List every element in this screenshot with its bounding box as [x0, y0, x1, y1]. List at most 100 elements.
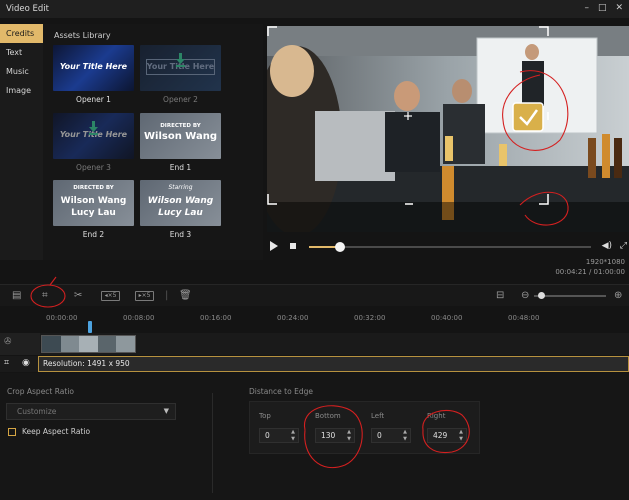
- stepper-arrows-icon[interactable]: ▲ ▼: [403, 429, 407, 442]
- asset-end-2[interactable]: DIRECTED BY Wilson Wang Lucy Lau End 2: [53, 180, 134, 239]
- volume-icon[interactable]: ◀): [602, 241, 612, 251]
- track-header: ✇: [0, 333, 40, 355]
- zoom-out-icon[interactable]: ⊖: [521, 290, 529, 301]
- split-icon[interactable]: ✂: [74, 290, 82, 301]
- man-head-2: [452, 79, 472, 103]
- thumb-big-text: Wilson Wang: [143, 131, 217, 142]
- speed-up-button[interactable]: ▸×5: [135, 291, 154, 301]
- crop-aspect-label: Crop Aspect Ratio: [7, 387, 75, 396]
- download-arrow-icon: [89, 121, 98, 135]
- asset-opener-2[interactable]: Your Title Here Opener 2: [140, 45, 221, 104]
- field-label: Bottom: [315, 412, 341, 420]
- eye-icon[interactable]: ◉: [22, 358, 30, 368]
- video-clip[interactable]: [41, 335, 136, 353]
- playhead[interactable]: [88, 321, 92, 333]
- film-icon[interactable]: ▤: [12, 290, 21, 301]
- zoom-slider-handle[interactable]: [538, 292, 545, 299]
- top-stepper[interactable]: 0 ▲ ▼: [259, 428, 299, 443]
- output-resolution: 1920*1080: [585, 258, 625, 266]
- category-text[interactable]: Text: [0, 43, 43, 62]
- fit-timeline-icon[interactable]: ⊟: [496, 290, 504, 301]
- ruler-tick: 00:00:00: [46, 314, 78, 322]
- crop-icon[interactable]: ⌗: [4, 358, 9, 368]
- distance-fields: Top Bottom Left Right 0 ▲ ▼ 130 ▲ ▼ 0 ▲ ▼ 429 ▲…: [249, 401, 480, 454]
- aspect-ratio-select[interactable]: Customize ▼: [6, 403, 176, 420]
- title-bar: Video Edit – □ ✕: [0, 0, 629, 18]
- assets-library-title: Assets Library: [54, 31, 111, 40]
- keep-aspect-checkbox[interactable]: [8, 428, 16, 436]
- asset-label: Opener 2: [163, 95, 198, 104]
- man-body: [385, 112, 440, 172]
- divider: [212, 393, 213, 493]
- presenter-head: [525, 44, 539, 60]
- gear-icon[interactable]: ✇: [4, 337, 12, 347]
- thumb-line-2: Lucy Lau: [158, 208, 203, 218]
- field-label: Top: [259, 412, 271, 420]
- category-music[interactable]: Music: [0, 62, 43, 81]
- clip-frame: [42, 336, 61, 352]
- fullscreen-icon[interactable]: ⤢: [620, 241, 627, 251]
- assets-library: Assets Library Your Title Here Opener 1 …: [43, 24, 263, 260]
- laptop: [315, 111, 395, 181]
- asset-opener-3[interactable]: Your Title Here Opener 3: [53, 113, 134, 172]
- trash-icon[interactable]: 🗑: [179, 290, 192, 301]
- crop-dim-overlay: [267, 202, 629, 232]
- window-controls: – □ ✕: [584, 3, 623, 13]
- clip-frame: [116, 336, 135, 352]
- presenter-body: [522, 61, 544, 106]
- download-arrow-icon: [176, 53, 185, 67]
- speed-down-button[interactable]: ◂×5: [101, 291, 120, 301]
- seek-handle[interactable]: [335, 242, 346, 252]
- video-preview[interactable]: [267, 26, 629, 232]
- category-credits[interactable]: Credits: [0, 24, 43, 43]
- asset-thumbnail: Your Title Here: [140, 45, 221, 91]
- ruler-tick: 00:16:00: [200, 314, 232, 322]
- asset-label: End 3: [169, 230, 192, 239]
- aspect-ratio-value: Customize: [17, 407, 57, 416]
- chevron-down-icon: ▼: [163, 407, 169, 415]
- ruler-tick: 00:48:00: [508, 314, 540, 322]
- thumb-small-text: Starring: [168, 184, 193, 191]
- ruler-tick: 00:40:00: [431, 314, 463, 322]
- asset-label: Opener 1: [76, 95, 111, 104]
- asset-end-1[interactable]: DIRECTED BY Wilson Wang End 1: [140, 113, 221, 172]
- clip-frame: [79, 336, 98, 352]
- asset-label: Opener 3: [76, 163, 111, 172]
- glass: [499, 144, 507, 166]
- asset-end-3[interactable]: Starring Wilson Wang Lucy Lau End 3: [140, 180, 221, 239]
- thumb-small-text: DIRECTED BY: [160, 123, 201, 129]
- timeline-ruler[interactable]: 00:00:00 00:08:00 00:16:00 00:24:00 00:3…: [42, 312, 629, 326]
- category-panel: Credits Text Music Image: [0, 24, 43, 260]
- man-head: [394, 81, 420, 111]
- seek-bar[interactable]: [309, 242, 591, 252]
- thumb-small-text: DIRECTED BY: [73, 185, 114, 191]
- stepper-arrows-icon[interactable]: ▲ ▼: [347, 429, 351, 442]
- stepper-arrows-icon[interactable]: ▲ ▼: [291, 429, 295, 442]
- category-image[interactable]: Image: [0, 81, 43, 100]
- left-value: 0: [377, 431, 382, 440]
- keep-aspect-label: Keep Aspect Ratio: [22, 427, 91, 436]
- woman-hair: [270, 45, 314, 97]
- play-icon[interactable]: [270, 241, 278, 251]
- asset-thumbnail: DIRECTED BY Wilson Wang: [140, 113, 221, 159]
- asset-opener-1[interactable]: Your Title Here Opener 1: [53, 45, 134, 104]
- ruler-tick: 00:24:00: [277, 314, 309, 322]
- zoom-in-icon[interactable]: ⊕: [614, 290, 622, 301]
- bottle: [614, 138, 622, 178]
- bottom-stepper[interactable]: 130 ▲ ▼: [315, 428, 355, 443]
- asset-thumbnail: DIRECTED BY Wilson Wang Lucy Lau: [53, 180, 134, 226]
- stop-icon[interactable]: [290, 243, 296, 249]
- left-stepper[interactable]: 0 ▲ ▼: [371, 428, 411, 443]
- asset-label: End 2: [82, 230, 105, 239]
- video-track: ✇: [0, 333, 629, 355]
- maximize-button[interactable]: □: [598, 3, 607, 13]
- ruler-tick: 00:08:00: [123, 314, 155, 322]
- crop-icon[interactable]: ⌗: [42, 290, 48, 301]
- crop-properties: Crop Aspect Ratio Customize ▼ Keep Aspec…: [0, 373, 629, 500]
- preview-frame: [267, 26, 629, 232]
- right-stepper[interactable]: 429 ▲ ▼: [427, 428, 467, 443]
- glass: [445, 136, 453, 161]
- stepper-arrows-icon[interactable]: ▲ ▼: [459, 429, 463, 442]
- minimize-button[interactable]: –: [584, 3, 589, 13]
- close-button[interactable]: ✕: [615, 3, 623, 13]
